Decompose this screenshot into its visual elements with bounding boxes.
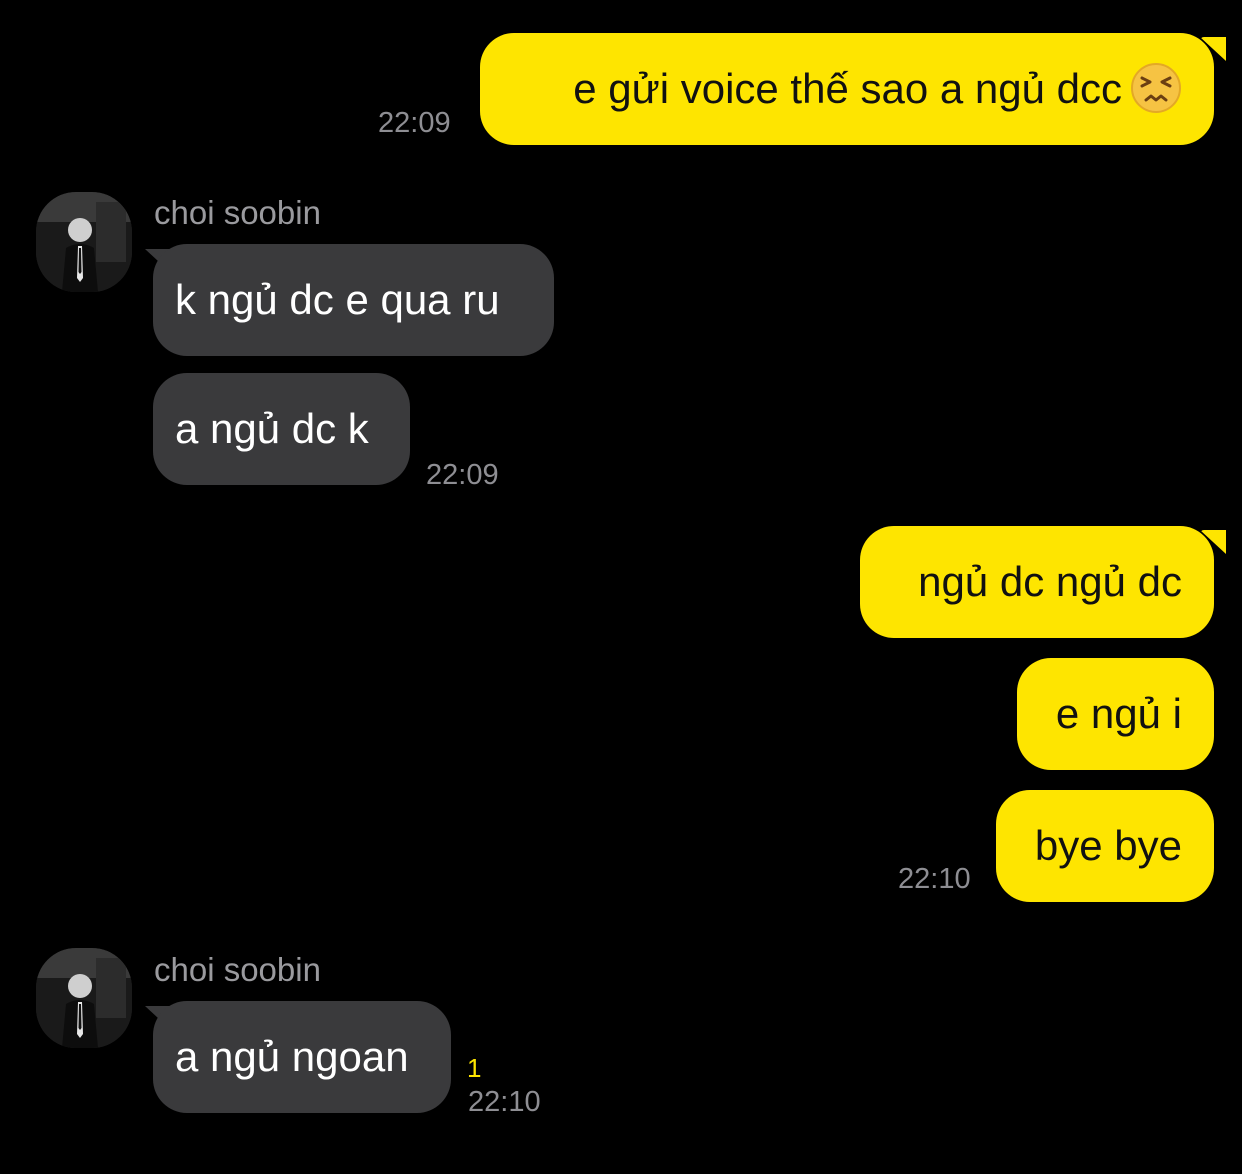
outgoing-message-bubble[interactable]: bye bye — [996, 790, 1214, 902]
timestamp: 22:09 — [378, 107, 451, 139]
sender-name: choi soobin — [154, 951, 321, 988]
incoming-message-bubble[interactable]: a ngủ ngoan — [153, 1001, 451, 1113]
message-text: bye bye — [1034, 822, 1182, 869]
avatar[interactable] — [36, 948, 132, 1048]
incoming-message-bubble[interactable]: k ngủ dc e qua ru — [153, 244, 554, 356]
profile-photo — [36, 948, 132, 1048]
message-text: e gửi voice thế sao a ngủ dcc — [573, 65, 1122, 112]
persevering-face-icon — [1131, 62, 1181, 113]
avatar[interactable] — [36, 192, 132, 292]
incoming-message-bubble[interactable]: a ngủ dc k — [153, 373, 410, 485]
message-text: k ngủ dc e qua ru — [175, 276, 500, 323]
outgoing-message-bubble[interactable]: e gửi voice thế sao a ngủ dcc — [480, 33, 1214, 145]
message-text: a ngủ ngoan — [175, 1033, 409, 1080]
outgoing-message-bubble[interactable]: ngủ dc ngủ dc — [860, 526, 1214, 638]
unread-count: 1 — [467, 1053, 482, 1083]
timestamp: 22:10 — [898, 863, 971, 895]
profile-photo — [36, 192, 132, 292]
timestamp: 22:10 — [468, 1086, 541, 1118]
message-text: ngủ dc ngủ dc — [918, 558, 1182, 605]
message-text: a ngủ dc k — [175, 405, 369, 452]
outgoing-message-bubble[interactable]: e ngủ i — [1017, 658, 1214, 770]
timestamp: 22:09 — [426, 459, 499, 491]
sender-name: choi soobin — [154, 194, 321, 231]
message-text: e ngủ i — [1055, 690, 1182, 737]
